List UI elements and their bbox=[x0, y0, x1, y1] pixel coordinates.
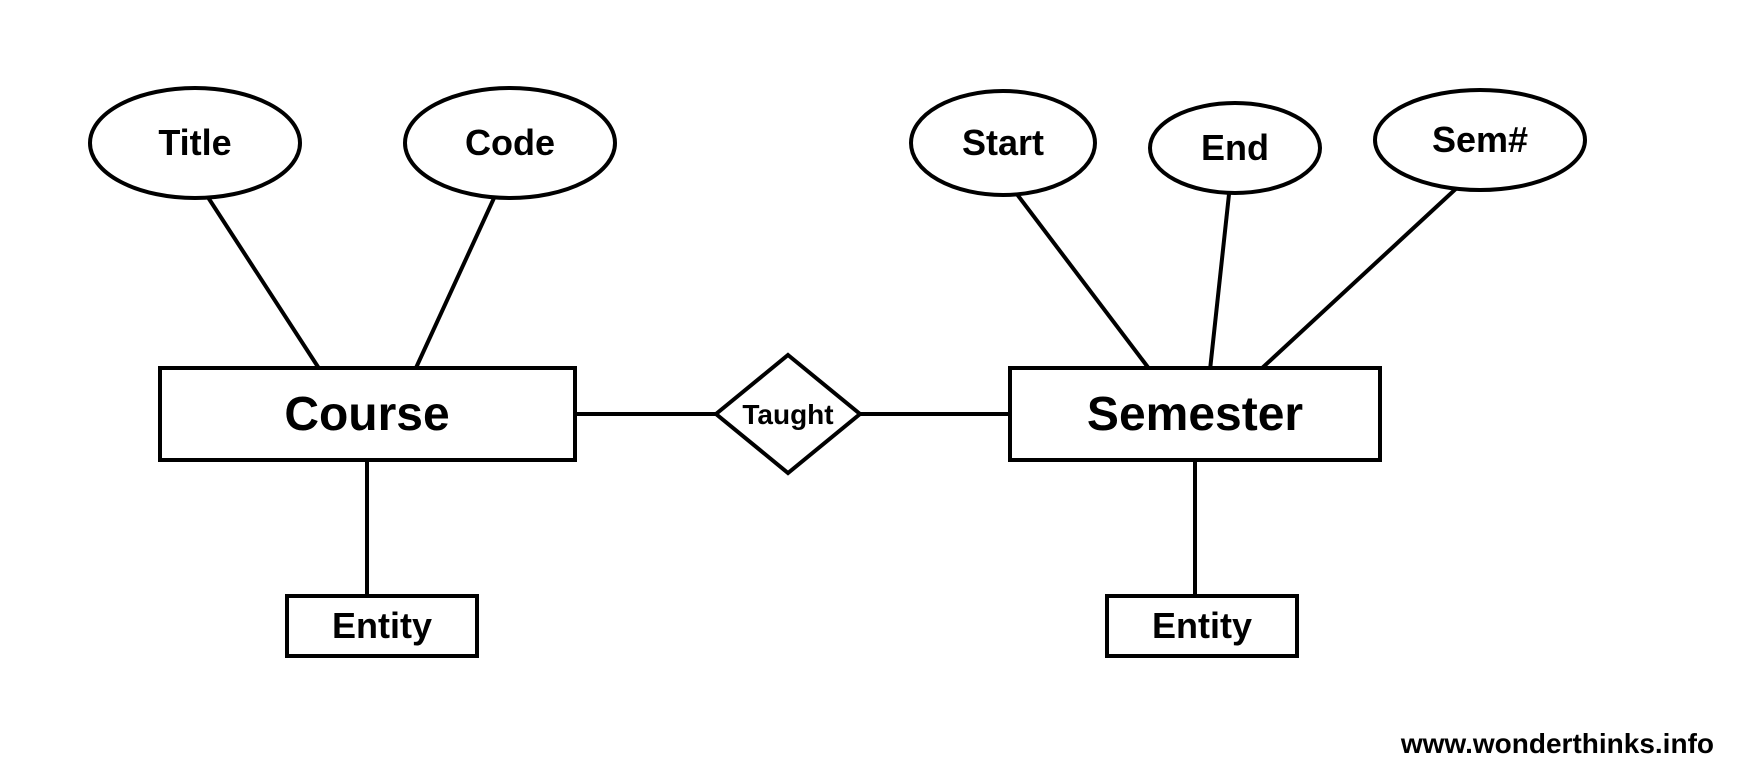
watermark-text: www.wonderthinks.info bbox=[1401, 728, 1714, 760]
attribute-semnum-text: Sem# bbox=[1432, 119, 1528, 160]
line-title-course bbox=[200, 185, 320, 370]
attribute-end-text: End bbox=[1201, 127, 1269, 168]
attribute-code-text: Code bbox=[465, 122, 555, 163]
entity-course-text: Course bbox=[284, 388, 449, 441]
attribute-start-text: Start bbox=[962, 122, 1044, 163]
line-end-semester bbox=[1210, 185, 1230, 370]
relationship-taught-text: Taught bbox=[742, 399, 833, 430]
er-diagram-svg: Title Code Start End Sem# Course Semeste… bbox=[0, 0, 1749, 775]
entity-semester-text: Semester bbox=[1087, 388, 1303, 441]
line-start-semester bbox=[1010, 185, 1150, 370]
label-entity1-text: Entity bbox=[332, 605, 432, 646]
line-code-course bbox=[415, 185, 500, 370]
label-entity2-text: Entity bbox=[1152, 605, 1252, 646]
line-semnum-semester bbox=[1260, 185, 1460, 370]
attribute-title-text: Title bbox=[158, 122, 231, 163]
